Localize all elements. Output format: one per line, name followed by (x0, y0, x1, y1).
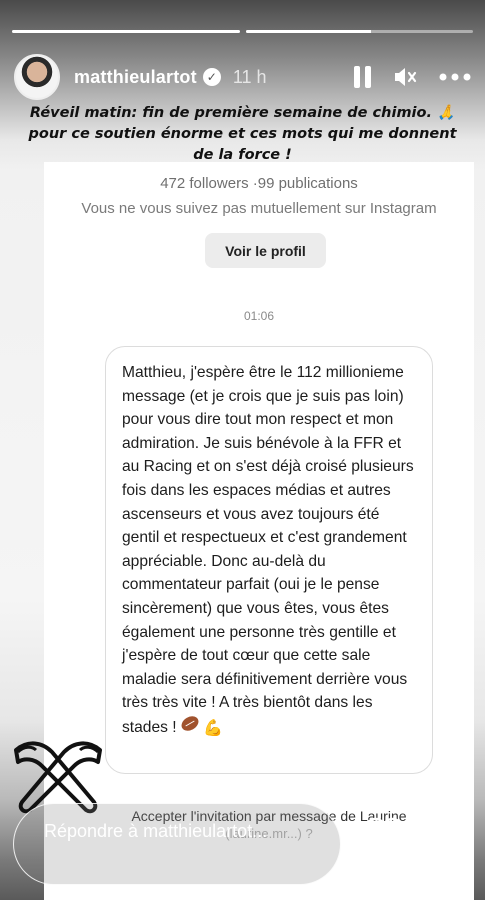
story-screen: matthieulartot ✓ 11 h Réveil matin: fin … (0, 0, 485, 900)
message-timestamp: 01:06 (243, 309, 275, 323)
profile-stats: 472 followers ·99 publications (160, 175, 358, 192)
story-progress (12, 30, 473, 33)
heart-icon[interactable] (364, 816, 404, 852)
mute-icon[interactable] (393, 66, 417, 88)
send-icon[interactable] (424, 823, 464, 859)
progress-segment-1 (12, 30, 240, 33)
username[interactable]: matthieulartot (74, 67, 197, 88)
mutual-follow-notice: Vous ne vous suivez pas mutuellement sur… (81, 200, 437, 217)
reply-input[interactable]: Répondre à matthieulartot... (13, 803, 341, 885)
story-header: matthieulartot ✓ 11 h (14, 54, 471, 100)
view-profile-button[interactable]: Voir le profil (205, 233, 326, 268)
pause-icon[interactable] (354, 66, 371, 88)
message-bubble: Matthieu, j'espère être le 112 millionie… (105, 346, 433, 774)
message-text: Matthieu, j'espère être le 112 millionie… (122, 364, 414, 736)
avatar[interactable] (14, 54, 60, 100)
story-caption: Réveil matin: fin de première semaine de… (28, 105, 457, 163)
rugby-ball-icon (178, 713, 201, 734)
progress-segment-2 (245, 30, 473, 33)
muscle-icon: 💪 (202, 719, 223, 737)
message-emojis: 💪 (178, 713, 223, 741)
more-icon[interactable] (439, 73, 471, 81)
verified-icon: ✓ (202, 68, 221, 86)
time-ago: 11 h (232, 66, 267, 87)
